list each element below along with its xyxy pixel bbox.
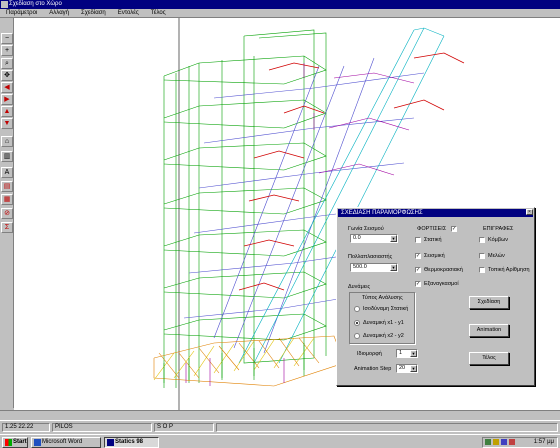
window-titlebar: Σχεδίαση στο Χώρο — [0, 0, 560, 9]
arrow-left-icon[interactable]: ◀ — [1, 82, 13, 93]
close-icon[interactable]: × — [526, 209, 533, 215]
label-local-checkbox[interactable] — [479, 267, 485, 273]
status-bar: 1.25 22.22 PILOS S O P — [0, 420, 560, 433]
left-toolbar: − + ⌕ ✥ ◀ ▶ ▲ ▼ ⌂ ▥ A ▤ ▦ ⊘ Σ — [0, 18, 14, 408]
status-coords: 1.25 22.22 — [2, 423, 50, 432]
mode-value: 1 — [399, 350, 403, 356]
analysis-type-label: Τύπος Ανάλυσης — [362, 295, 403, 301]
taskbar: Start Microsoft Word Statics 98 1:57 μμ — [0, 434, 560, 448]
mode-label: Ιδιομορφή — [357, 351, 382, 357]
multiplier-select[interactable]: 500.0 ▼ — [350, 263, 398, 272]
radio-static-label: Ισοδύναμη Στατική — [363, 306, 409, 312]
menubar: Παράμετροι Αλλαγή Σχεδίαση Εντολές Τέλος — [0, 9, 560, 18]
arrow-down-icon[interactable]: ▼ — [1, 118, 13, 129]
plus-icon[interactable]: + — [1, 45, 13, 56]
radio-dynamic-x2y2-label: Δυναμική x2 - y2 — [363, 333, 404, 339]
label-members-checkbox[interactable] — [479, 253, 485, 259]
text-a-icon[interactable]: A — [1, 167, 13, 178]
horizontal-scrollbar[interactable] — [0, 410, 560, 420]
load-static-label: Στατική — [424, 237, 442, 243]
taskbar-statics[interactable]: Statics 98 — [104, 437, 159, 448]
load-thermal-checkbox[interactable]: ✓ — [415, 267, 421, 273]
arrow-up-icon[interactable]: ▲ — [1, 106, 13, 117]
tray-network-icon[interactable] — [485, 439, 491, 445]
taskbar-word-label: Microsoft Word — [42, 439, 83, 445]
analysis-type-group: Τύπος Ανάλυσης Ισοδύναμη Στατική Δυναμικ… — [349, 292, 415, 344]
load-seismic-label: Σεισμική — [424, 253, 445, 259]
label-nodes-label: Κόμβων — [488, 237, 509, 243]
mode-select[interactable]: 1 ▼ — [396, 349, 418, 358]
menu-parameters[interactable]: Παράμετροι — [6, 9, 37, 17]
multiplier-label: Πολλαπλασιαστής — [348, 254, 393, 260]
chevron-down-icon[interactable]: ▼ — [410, 350, 417, 357]
windows-logo-icon — [5, 439, 12, 446]
load-imposed-checkbox[interactable]: ✓ — [415, 281, 421, 287]
loads-header: ΦΟΡΤΙΣΕΙΣ — [417, 226, 447, 232]
multiplier-value: 500.0 — [353, 264, 367, 270]
label-nodes-checkbox[interactable] — [479, 237, 485, 243]
clock: 1:57 μμ — [533, 439, 554, 445]
building-icon[interactable]: ▥ — [1, 151, 13, 162]
angle-label: Γωνία Σεισμού — [348, 226, 384, 232]
load-static-checkbox[interactable] — [415, 237, 421, 243]
stop-icon[interactable]: ⊘ — [1, 208, 13, 219]
sigma-icon[interactable]: Σ — [1, 222, 13, 233]
arrow-right-icon[interactable]: ▶ — [1, 94, 13, 105]
label-local-label: Τοπική Αρίθμηση — [488, 267, 530, 273]
view-icon[interactable]: ⌂ — [1, 136, 13, 147]
tray-printer-icon[interactable] — [509, 439, 515, 445]
statics-icon — [107, 439, 114, 446]
tray-app-icon[interactable] — [501, 439, 507, 445]
start-label: Start — [13, 439, 27, 445]
angle-value: 0.0 — [353, 235, 361, 241]
app-icon — [1, 1, 8, 8]
taskbar-statics-label: Statics 98 — [115, 439, 144, 445]
end-button[interactable]: Τέλος — [469, 352, 509, 365]
fill-icon[interactable]: ▦ — [1, 194, 13, 205]
anim-step-label: Animation Step — [354, 366, 392, 372]
forces-label: Δυνάμεις — [348, 284, 371, 290]
menu-end[interactable]: Τέλος — [151, 9, 166, 17]
system-tray: 1:57 μμ — [482, 437, 558, 448]
loads-all-checkbox[interactable]: ✓ — [451, 226, 457, 232]
tray-volume-icon[interactable] — [493, 439, 499, 445]
menu-commands[interactable]: Εντολές — [118, 9, 139, 17]
radio-static[interactable] — [354, 306, 360, 312]
draw-button[interactable]: Σχεδίαση — [469, 296, 509, 309]
load-imposed-label: Εξαναγκασμοί — [424, 281, 459, 287]
radio-dynamic-x1y1-label: Δυναμική x1 - y1 — [363, 320, 404, 326]
status-message — [216, 423, 558, 432]
minus-icon[interactable]: − — [1, 33, 13, 44]
animation-button[interactable]: Animation — [469, 324, 509, 337]
deformation-dialog: ΣΧΕΔΙΑΣΗ ΠΑΡΑΜΟΡΦΩΣΗΣ × Γωνία Σεισμού 0.… — [336, 207, 535, 386]
labels-header: ΕΠΙΓΡΑΦΕΣ — [483, 226, 514, 232]
status-mode: PILOS — [52, 423, 152, 432]
radio-dynamic-x2y2[interactable] — [354, 333, 360, 339]
taskbar-word[interactable]: Microsoft Word — [31, 437, 101, 448]
chevron-down-icon[interactable]: ▼ — [390, 235, 397, 242]
status-units: S O P — [154, 423, 214, 432]
angle-select[interactable]: 0.0 ▼ — [350, 234, 398, 243]
load-seismic-checkbox[interactable]: ✓ — [415, 253, 421, 259]
chart-icon[interactable]: ▤ — [1, 181, 13, 192]
load-thermal-label: Θερμοκρασιακή — [424, 267, 463, 273]
pan-icon[interactable]: ✥ — [1, 70, 13, 81]
window-title: Σχεδίαση στο Χώρο — [9, 1, 62, 7]
anim-step-value: 20 — [399, 365, 406, 371]
chevron-down-icon[interactable]: ▼ — [390, 264, 397, 271]
label-members-label: Μελών — [488, 253, 505, 259]
word-icon — [34, 439, 41, 446]
menu-change[interactable]: Αλλαγή — [49, 9, 69, 17]
radio-dynamic-x1y1[interactable] — [354, 320, 360, 326]
menu-draw[interactable]: Σχεδίαση — [81, 9, 106, 17]
start-button[interactable]: Start — [2, 437, 28, 448]
zoom-icon[interactable]: ⌕ — [1, 58, 13, 69]
dialog-title: ΣΧΕΔΙΑΣΗ ΠΑΡΑΜΟΡΦΩΣΗΣ — [338, 209, 533, 217]
chevron-down-icon[interactable]: ▼ — [410, 365, 417, 372]
anim-step-select[interactable]: 20 ▼ — [396, 364, 418, 373]
